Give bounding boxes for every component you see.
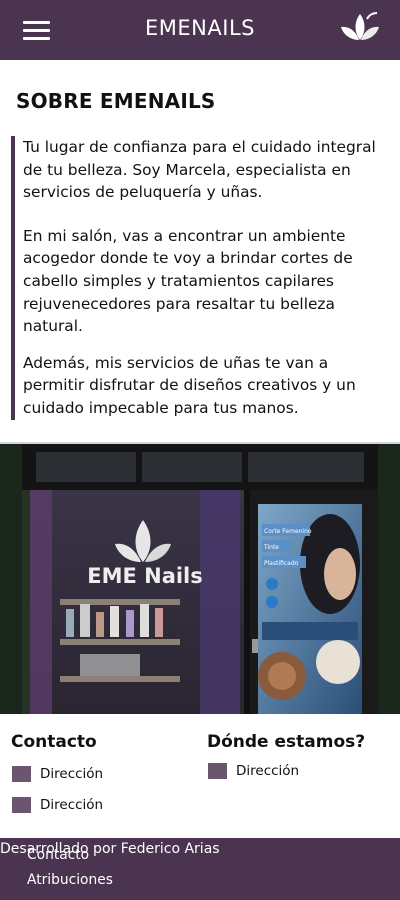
location-address-item[interactable]: Dirección [208,763,299,779]
address-marker-icon [12,797,31,813]
storefront-sign-text: EME Nails [87,564,203,588]
top-nav-bar: EMENAILS [0,0,400,60]
contact-heading: Contacto [11,732,97,752]
salon-storefront-photo: EME Nails Corte Femenino Tinte Plastific… [0,444,400,714]
address-label: Dirección [236,763,300,779]
footer-link-attributions[interactable]: Atribuciones [27,872,113,888]
about-title: SOBRE EMENAILS [16,89,216,113]
about-paragraph-intro: Tu lugar de confianza para el cuidado in… [23,138,376,202]
address-marker-icon [208,763,227,779]
contact-address-item[interactable]: Dirección [12,797,103,813]
footer-link-contact[interactable]: Contacto [27,847,89,863]
address-marker-icon [12,766,31,782]
poster-line-1: Corte Femenino [264,528,312,535]
poster-line-2: Tinte [263,544,279,551]
lotus-logo-icon[interactable] [340,10,380,44]
about-paragraph-nails: Además, mis servicios de uñas te van a p… [23,353,356,417]
location-heading: Dónde estamos? [207,732,366,752]
about-text-block: Tu lugar de confianza para el cuidado in… [11,136,389,420]
address-label: Dirección [40,766,104,782]
address-label: Dirección [40,797,104,813]
poster-line-3: Plastificado [264,560,299,567]
contact-address-item[interactable]: Dirección [12,766,103,782]
site-footer: Contacto Atribuciones Desarrollado por F… [0,838,400,900]
about-paragraph-salon: En mi salón, vas a encontrar un ambiente… [23,226,353,336]
